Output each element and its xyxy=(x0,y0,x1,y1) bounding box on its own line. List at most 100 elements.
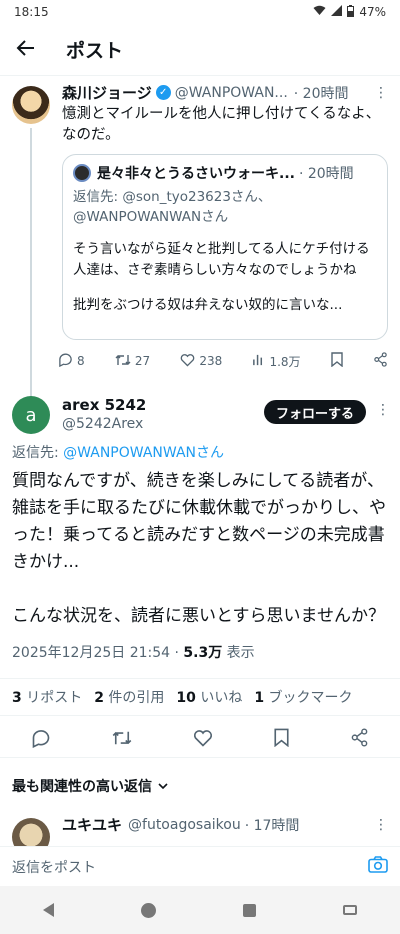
avatar[interactable] xyxy=(12,818,50,846)
views-count: 1.8万 xyxy=(269,354,301,369)
nav-back-icon[interactable] xyxy=(43,903,55,917)
thread-line xyxy=(30,128,32,428)
nav-recents-icon[interactable] xyxy=(242,903,256,917)
repost-button[interactable]: 27 xyxy=(115,353,150,370)
avatar[interactable] xyxy=(12,86,50,124)
reply-button[interactable]: 8 xyxy=(58,352,85,370)
reply-to-handle-link[interactable]: @WANPOWANWANさん xyxy=(63,445,224,461)
post-text-paragraph: こんな状況を、読者に悪いとすら思いませんか？ xyxy=(12,606,385,626)
post-time: · 20時間 xyxy=(293,85,349,102)
wifi-icon xyxy=(313,5,326,19)
quotes-label: 件の引用 xyxy=(108,690,165,706)
quoted-post-header: 是々非々とうるさいウォーキ... · 20時間 xyxy=(73,163,377,183)
bookmarks-label: ブックマーク xyxy=(268,690,353,706)
camera-icon[interactable] xyxy=(368,856,388,877)
post-text: 質問なんですが、続きを楽しみにしてる読者が、雑誌を手に取るたびに休載休載でがっか… xyxy=(12,468,388,630)
like-button[interactable]: 238 xyxy=(180,353,222,370)
bookmark-icon xyxy=(331,352,343,370)
post-meta: 2025年12月25日 21:54 · 5.3万 表示 xyxy=(12,642,255,662)
status-icons: 47% xyxy=(313,4,386,20)
reposts-count: 3 xyxy=(12,690,22,706)
reply-item[interactable]: ユキユキ @futoagosaikou · 17時間 ⋮ xyxy=(0,812,400,846)
system-nav-bar xyxy=(0,886,400,934)
reply-to-label: 返信先: xyxy=(12,445,64,461)
author-name[interactable]: arex 5242 xyxy=(62,396,146,414)
reply-header: ユキユキ @futoagosaikou · 17時間 ⋮ xyxy=(62,814,388,835)
post-text: 憶測とマイルールを他人に押し付けてくるなよ、なのだ。 xyxy=(62,106,381,143)
rotate-screen-icon[interactable] xyxy=(342,905,357,915)
like-button[interactable] xyxy=(193,729,213,751)
likes-label: いいね xyxy=(200,690,243,706)
share-icon xyxy=(352,728,368,747)
post-text-paragraph: 質問なんですが、続きを楽しみにしてる読者が、雑誌を手に取るたびに休載休載でがっか… xyxy=(12,471,386,572)
author-handle[interactable]: @5242Arex xyxy=(62,416,143,432)
repost-icon xyxy=(115,353,131,370)
post-header: 森川ジョージ ✓ @WANPOWAN... · 20時間 ⋮ xyxy=(62,82,388,103)
reply-sort-label: 最も関連性の高い返信 xyxy=(12,779,152,795)
reposts-stat[interactable]: 3 リポスト xyxy=(12,687,82,707)
nav-home-icon[interactable] xyxy=(141,902,157,918)
repost-count: 27 xyxy=(134,354,151,368)
reply-icon xyxy=(32,729,49,748)
bar-chart-icon xyxy=(252,353,265,369)
bookmarks-count: 1 xyxy=(254,690,265,706)
reply-author-handle[interactable]: @futoagosaikou xyxy=(128,817,241,833)
app-header: ポスト xyxy=(0,24,400,76)
reply-to: 返信先: @WANPOWANWANさん xyxy=(12,442,224,462)
reply-count: 8 xyxy=(77,354,85,368)
back-arrow-icon xyxy=(16,38,36,62)
reply-author-name[interactable]: ユキユキ xyxy=(62,814,122,835)
author-name[interactable]: 森川ジョージ xyxy=(62,82,152,103)
views-button[interactable]: 1.8万 xyxy=(252,353,301,370)
signal-icon xyxy=(331,5,343,19)
quotes-count: 2 xyxy=(94,690,104,706)
quoted-post[interactable]: 是々非々とうるさいウォーキ... · 20時間 返信先: @son_tyo236… xyxy=(62,154,388,340)
back-button[interactable] xyxy=(0,24,52,76)
author-handle[interactable]: @WANPOWAN... xyxy=(175,85,288,101)
repost-button[interactable] xyxy=(112,729,132,751)
battery-level: 47% xyxy=(359,5,386,19)
post-actions: 8 27 238 1.8万 xyxy=(58,352,388,370)
verified-badge-icon: ✓ xyxy=(155,85,171,100)
reply-compose-bar[interactable]: 返信をポスト xyxy=(0,846,400,886)
quoted-text-continued: 批判をぶつける奴は弁えない奴的に言いな... xyxy=(73,297,343,313)
bookmark-button[interactable] xyxy=(331,352,343,370)
more-options-icon[interactable]: ⋮ xyxy=(376,402,390,418)
bookmarks-stat[interactable]: 1 ブックマーク xyxy=(254,687,352,707)
post-date[interactable]: 2025年12月25日 21:54 · xyxy=(12,645,183,661)
reply-icon xyxy=(58,352,73,370)
status-bar: 18:15 47% xyxy=(0,0,400,24)
chevron-down-icon xyxy=(158,778,168,794)
share-button[interactable] xyxy=(350,728,369,751)
quoted-text: そう言いながら延々と批判してる人にケチ付ける人達は、さぞ素晴らしい方々なのでしょ… xyxy=(73,241,370,278)
engagement-stats: 3 リポスト 2 件の引用 10 いいね 1 ブックマーク xyxy=(0,678,400,716)
share-icon xyxy=(373,352,388,370)
bookmark-icon xyxy=(274,728,289,748)
quoted-post-time: · 20時間 xyxy=(298,166,354,182)
heart-icon xyxy=(193,729,213,747)
bookmark-button[interactable] xyxy=(274,728,289,751)
views-label: 表示 xyxy=(222,645,255,661)
page-title: ポスト xyxy=(66,40,124,62)
reply-sort-dropdown[interactable]: 最も関連性の高い返信 xyxy=(12,776,168,796)
reposts-label: リポスト xyxy=(26,690,83,706)
repost-icon xyxy=(112,731,132,744)
follow-button[interactable]: フォローする xyxy=(263,400,366,424)
more-options-icon[interactable]: ⋮ xyxy=(374,817,388,833)
reply-button[interactable] xyxy=(31,728,51,752)
quotes-stat[interactable]: 2 件の引用 xyxy=(94,687,164,707)
likes-stat[interactable]: 10 いいね xyxy=(176,687,242,707)
main-post-actions xyxy=(0,722,400,758)
more-options-icon[interactable]: ⋮ xyxy=(374,85,388,101)
quoted-reply-to: 返信先: @son_tyo23623さん、@WANPOWANWANさん xyxy=(73,189,272,225)
share-button[interactable] xyxy=(373,352,388,370)
likes-count: 10 xyxy=(176,690,196,706)
battery-icon xyxy=(347,4,355,20)
status-time: 18:15 xyxy=(14,5,49,19)
quoted-author-name: 是々非々とうるさいウォーキ... xyxy=(97,166,295,182)
heart-icon xyxy=(180,353,195,370)
views-count: 5.3万 xyxy=(183,645,223,661)
reply-compose-input[interactable]: 返信をポスト xyxy=(12,857,368,877)
avatar[interactable]: a xyxy=(12,396,50,434)
like-count: 238 xyxy=(199,354,223,368)
